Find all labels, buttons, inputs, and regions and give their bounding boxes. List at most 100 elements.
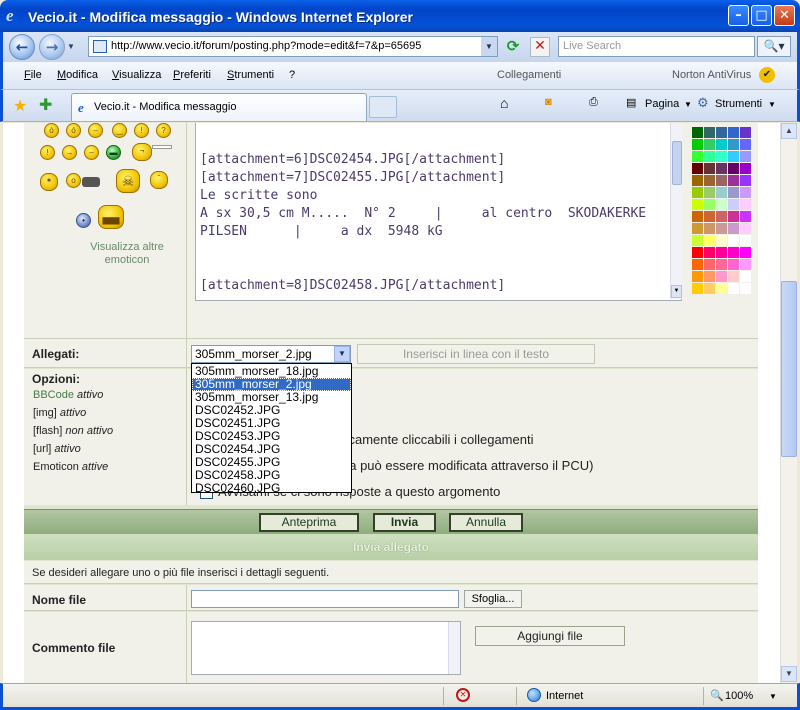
strumenti-dropdown-icon[interactable]: ▼ [768, 100, 776, 109]
emoticon-mrgreen-icon[interactable]: ▬ [106, 145, 121, 160]
emoticon-exclaim-icon[interactable]: ! [134, 123, 149, 138]
browse-button[interactable]: Sfoglia... [464, 590, 522, 608]
comment-scrollbar[interactable] [448, 622, 460, 674]
links-toolbar[interactable]: Collegamenti [497, 69, 561, 81]
address-bar[interactable]: http://www.vecio.it/forum/posting.php?mo… [88, 36, 498, 57]
color-swatch[interactable] [740, 175, 751, 186]
add-favorites-icon[interactable]: ✚ [39, 95, 52, 115]
message-text[interactable]: [attachment=6]DSC02454.JPG[/attachment] … [200, 151, 646, 295]
file-comment-textarea[interactable] [191, 621, 461, 675]
feeds-icon[interactable]: ◙ [545, 96, 552, 108]
color-swatch[interactable] [716, 235, 727, 246]
home-icon[interactable]: ⌂ [500, 95, 508, 111]
window-title-bar[interactable]: e Vecio.it - Modifica messaggio - Window… [0, 0, 800, 32]
menu-modifica[interactable]: Modifica [57, 69, 98, 81]
chevron-down-icon[interactable]: ▼ [334, 346, 350, 362]
refresh-icon[interactable]: ⟳ [503, 37, 523, 57]
color-swatch[interactable] [728, 283, 739, 294]
color-swatch[interactable] [704, 151, 715, 162]
emoticon-question-icon[interactable]: ? [156, 123, 171, 138]
color-swatch[interactable] [728, 199, 739, 210]
color-swatch[interactable] [704, 139, 715, 150]
color-swatch[interactable] [716, 283, 727, 294]
pagina-dropdown-icon[interactable]: ▼ [684, 100, 692, 109]
color-swatch[interactable] [692, 175, 703, 186]
color-swatch[interactable] [740, 187, 751, 198]
color-swatch[interactable] [728, 259, 739, 270]
new-tab-button[interactable] [369, 96, 397, 118]
color-swatch[interactable] [716, 175, 727, 186]
color-swatch[interactable] [716, 211, 727, 222]
zoom-level[interactable]: 100% [725, 690, 753, 702]
color-swatch[interactable] [716, 151, 727, 162]
color-swatch[interactable] [692, 211, 703, 222]
attachment-dropdown-list[interactable]: 305mm_morser_18.jpg 305mm_morser_2.jpg 3… [191, 363, 352, 495]
search-button[interactable]: 🔍▾ [757, 36, 791, 57]
emoticon-mad-icon[interactable]: ó [66, 123, 81, 138]
color-swatch[interactable] [704, 175, 715, 186]
tab-active[interactable]: e Vecio.it - Modifica messaggio [71, 93, 367, 121]
color-swatch[interactable] [740, 247, 751, 258]
emoticon-puke-icon[interactable]: o [66, 173, 81, 188]
color-swatch[interactable] [728, 151, 739, 162]
color-swatch[interactable] [716, 259, 727, 270]
color-swatch[interactable] [692, 199, 703, 210]
emoticon-flag-icon[interactable]: ˆ [150, 171, 168, 189]
color-swatch[interactable] [692, 247, 703, 258]
color-swatch[interactable] [704, 259, 715, 270]
color-swatch[interactable] [692, 187, 703, 198]
color-swatch[interactable] [692, 127, 703, 138]
emoticon-angry-icon[interactable]: ò [44, 123, 59, 138]
color-swatch[interactable] [728, 175, 739, 186]
menu-visualizza[interactable]: Visualizza [112, 69, 161, 81]
zoom-dropdown-icon[interactable]: ▼ [769, 692, 777, 701]
color-swatch[interactable] [692, 283, 703, 294]
color-swatch[interactable] [740, 283, 751, 294]
scroll-up-icon[interactable]: ▲ [781, 123, 797, 139]
color-swatch[interactable] [728, 235, 739, 246]
color-swatch[interactable] [716, 247, 727, 258]
color-swatch[interactable] [704, 283, 715, 294]
more-emoticons-link[interactable]: Visualizza altre emoticon [72, 241, 182, 267]
color-swatch[interactable] [716, 199, 727, 210]
back-button[interactable]: ← [9, 34, 35, 60]
color-swatch[interactable] [740, 199, 751, 210]
insert-inline-button[interactable]: Inserisci in linea con il testo [357, 344, 595, 364]
color-swatch[interactable] [692, 259, 703, 270]
address-url[interactable]: http://www.vecio.it/forum/posting.php?mo… [111, 40, 421, 52]
emoticon-arrow-icon[interactable]: → [62, 145, 77, 160]
textarea-scrollbar[interactable]: ▼ [670, 123, 682, 299]
color-swatch[interactable] [740, 271, 751, 282]
norton-toolbar[interactable]: Norton AntiVirus [672, 69, 751, 81]
emoticon-ninja-icon[interactable]: • [76, 213, 91, 228]
forward-button[interactable]: → [39, 34, 65, 60]
color-swatch[interactable] [740, 139, 751, 150]
color-swatch[interactable] [692, 223, 703, 234]
message-textarea[interactable]: [attachment=6]DSC02454.JPG[/attachment] … [195, 123, 682, 301]
scroll-thumb[interactable] [781, 281, 797, 457]
menu-help[interactable]: ? [289, 69, 295, 81]
search-input[interactable]: Live Search [558, 36, 755, 57]
color-swatch[interactable] [728, 127, 739, 138]
stop-icon[interactable]: ✕ [530, 37, 550, 57]
add-file-button[interactable]: Aggiungi file [475, 626, 625, 646]
close-button[interactable]: ✕ [774, 5, 795, 26]
color-swatch[interactable] [740, 235, 751, 246]
color-swatch[interactable] [692, 151, 703, 162]
color-swatch[interactable] [704, 247, 715, 258]
color-swatch[interactable] [704, 223, 715, 234]
color-swatch[interactable] [728, 187, 739, 198]
scroll-down-icon[interactable]: ▼ [781, 666, 797, 682]
color-swatch[interactable] [728, 223, 739, 234]
favorites-star-icon[interactable]: ★ [13, 96, 27, 116]
textarea-scroll-down-icon[interactable]: ▼ [671, 285, 682, 298]
color-swatch[interactable] [740, 151, 751, 162]
color-swatch[interactable] [740, 223, 751, 234]
color-swatch[interactable] [692, 163, 703, 174]
preview-button[interactable]: Anteprima [259, 513, 359, 532]
print-icon[interactable]: ⎙ [589, 96, 598, 109]
strumenti-menu[interactable]: Strumenti [715, 98, 762, 110]
minimize-button[interactable]: – [728, 5, 749, 26]
color-swatch[interactable] [740, 127, 751, 138]
color-swatch[interactable] [728, 163, 739, 174]
